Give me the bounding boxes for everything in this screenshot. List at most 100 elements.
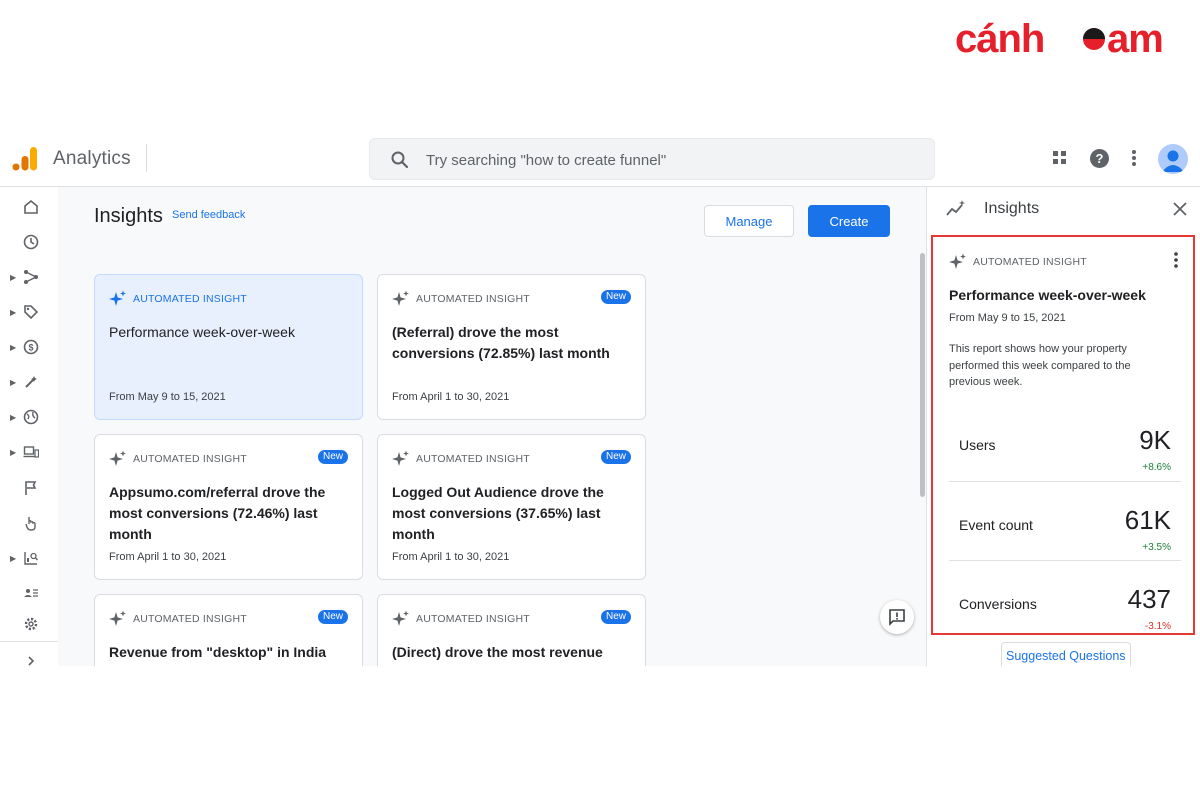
app-name: Analytics bbox=[53, 148, 131, 169]
avatar[interactable] bbox=[1158, 144, 1188, 174]
rail-item-engagement[interactable]: ▶ bbox=[10, 370, 50, 394]
insight-kicker: AUTOMATED INSIGHT bbox=[973, 256, 1087, 268]
send-feedback-link[interactable]: Send feedback bbox=[172, 209, 245, 221]
svg-text:cánh: cánh bbox=[955, 17, 1044, 61]
card-kicker: AUTOMATED INSIGHT bbox=[133, 613, 247, 625]
card-title: Revenue from "desktop" in India bbox=[109, 644, 327, 660]
rail-item-realtime[interactable] bbox=[10, 230, 50, 254]
caret-right-icon: ▶ bbox=[10, 342, 17, 352]
rail-item-audience[interactable] bbox=[10, 581, 50, 605]
home-icon bbox=[20, 196, 42, 218]
rail-item-tech[interactable]: ▶ bbox=[10, 440, 50, 464]
rail-item-tags[interactable]: ▶ bbox=[10, 300, 50, 324]
insights-trend-icon bbox=[946, 200, 965, 216]
sparkle-icon bbox=[392, 450, 409, 466]
suggested-questions-button[interactable]: Suggested Questions bbox=[1001, 642, 1131, 666]
rail-item-explore[interactable]: ▶ bbox=[10, 265, 50, 289]
search-bar[interactable] bbox=[369, 138, 935, 180]
card-title: Logged Out Audience drove the most conve… bbox=[392, 484, 604, 542]
metric-delta: -3.1% bbox=[1144, 621, 1171, 632]
page-title: Insights bbox=[94, 205, 163, 227]
analytics-app: Analytics ? bbox=[0, 130, 1200, 666]
metric-value: 61K bbox=[1124, 505, 1171, 535]
panel-title: Insights bbox=[984, 200, 1040, 217]
card-kicker: AUTOMATED INSIGHT bbox=[133, 453, 247, 465]
insight-card[interactable]: AUTOMATED INSIGHT New (Referral) drove t… bbox=[377, 274, 646, 420]
rail-item-engagement-touch[interactable] bbox=[10, 511, 50, 535]
top-bar: Analytics ? bbox=[0, 130, 1200, 187]
insight-card[interactable]: AUTOMATED INSIGHT New Revenue from "desk… bbox=[94, 594, 363, 666]
new-badge: New bbox=[317, 610, 348, 624]
globe-icon bbox=[20, 406, 42, 428]
caret-right-icon: ▶ bbox=[10, 307, 17, 317]
metric-name: Users bbox=[959, 437, 996, 453]
card-title: Appsumo.com/referral drove the most conv… bbox=[109, 484, 326, 542]
close-icon[interactable] bbox=[1171, 200, 1189, 218]
report-search-icon bbox=[20, 547, 42, 569]
new-badge: New bbox=[600, 450, 631, 464]
settings-icon bbox=[20, 613, 42, 635]
analytics-logo-icon bbox=[12, 147, 37, 171]
metric-value: 9K bbox=[1139, 425, 1171, 455]
sparkle-icon bbox=[392, 290, 409, 306]
caret-right-icon: ▶ bbox=[10, 412, 17, 422]
caret-right-icon: ▶ bbox=[10, 377, 17, 387]
card-title: (Referral) drove the most conversions (7… bbox=[392, 324, 610, 361]
sparkle-icon bbox=[109, 290, 126, 306]
rail-item-monetization[interactable]: ▶ $ bbox=[10, 335, 50, 359]
caret-right-icon: ▶ bbox=[10, 553, 17, 563]
insights-main: Insights Send feedback Manage Create AUT… bbox=[58, 187, 926, 666]
insight-title: Performance week-over-week bbox=[949, 287, 1146, 303]
card-kicker: AUTOMATED INSIGHT bbox=[416, 613, 530, 625]
insight-card[interactable]: AUTOMATED INSIGHT New Logged Out Audienc… bbox=[377, 434, 646, 580]
clock-icon bbox=[20, 231, 42, 253]
insight-detail-card: AUTOMATED INSIGHT Performance week-over-… bbox=[931, 235, 1195, 635]
insight-description: This report shows how your property perf… bbox=[949, 343, 1131, 388]
new-badge: New bbox=[317, 450, 348, 464]
brand-logo: cánh am bbox=[955, 17, 1164, 61]
sparkle-icon bbox=[109, 450, 126, 466]
devices-icon bbox=[20, 441, 42, 463]
metric-event-count: Event count 61K +3.5% bbox=[959, 487, 1171, 565]
card-date: From April 1 to 30, 2021 bbox=[392, 391, 510, 403]
help-icon[interactable]: ? bbox=[1088, 147, 1110, 169]
rail-item-events[interactable] bbox=[10, 476, 50, 500]
rail-item-library[interactable]: ▶ bbox=[10, 546, 50, 570]
rail-item-home[interactable] bbox=[10, 195, 50, 219]
create-button[interactable]: Create bbox=[808, 205, 890, 237]
metric-delta: +8.6% bbox=[1142, 462, 1171, 473]
insight-card[interactable]: AUTOMATED INSIGHT Performance week-over-… bbox=[94, 274, 363, 420]
insight-card[interactable]: AUTOMATED INSIGHT New Appsumo.com/referr… bbox=[94, 434, 363, 580]
manage-button[interactable]: Manage bbox=[704, 205, 794, 237]
sparkle-icon bbox=[949, 253, 966, 269]
scrollbar[interactable] bbox=[920, 253, 925, 497]
magic-icon bbox=[20, 371, 42, 393]
svg-text:am: am bbox=[1107, 17, 1163, 61]
caret-right-icon: ▶ bbox=[10, 272, 17, 282]
insight-card[interactable]: AUTOMATED INSIGHT New (Direct) drove the… bbox=[377, 594, 646, 666]
card-kicker: AUTOMATED INSIGHT bbox=[416, 293, 530, 305]
more-vert-icon[interactable] bbox=[1123, 147, 1145, 169]
metric-divider bbox=[949, 560, 1181, 561]
rail-item-settings[interactable] bbox=[10, 612, 50, 636]
new-badge: New bbox=[600, 290, 631, 304]
card-title: Performance week-over-week bbox=[109, 324, 295, 340]
card-date: From April 1 to 30, 2021 bbox=[392, 551, 510, 563]
left-nav-rail: ▶ ▶ ▶ $ ▶ ▶ ▶ ▶ bbox=[0, 187, 58, 666]
flag-icon bbox=[20, 477, 42, 499]
insight-date: From May 9 to 15, 2021 bbox=[949, 312, 1066, 324]
search-icon bbox=[391, 151, 409, 169]
caret-right-icon: ▶ bbox=[10, 447, 17, 457]
metric-delta: +3.5% bbox=[1142, 542, 1171, 553]
rail-item-demographics[interactable]: ▶ bbox=[10, 405, 50, 429]
chevron-right-icon bbox=[20, 650, 42, 666]
feedback-button[interactable] bbox=[880, 600, 914, 634]
explore-icon bbox=[20, 266, 42, 288]
more-vert-icon[interactable] bbox=[1171, 251, 1181, 269]
card-date: From May 9 to 15, 2021 bbox=[109, 391, 226, 403]
card-kicker: AUTOMATED INSIGHT bbox=[416, 453, 530, 465]
touch-icon bbox=[20, 512, 42, 534]
search-input[interactable] bbox=[426, 149, 906, 171]
rail-expand-button[interactable] bbox=[10, 649, 50, 666]
apps-grid-icon[interactable] bbox=[1049, 147, 1071, 169]
